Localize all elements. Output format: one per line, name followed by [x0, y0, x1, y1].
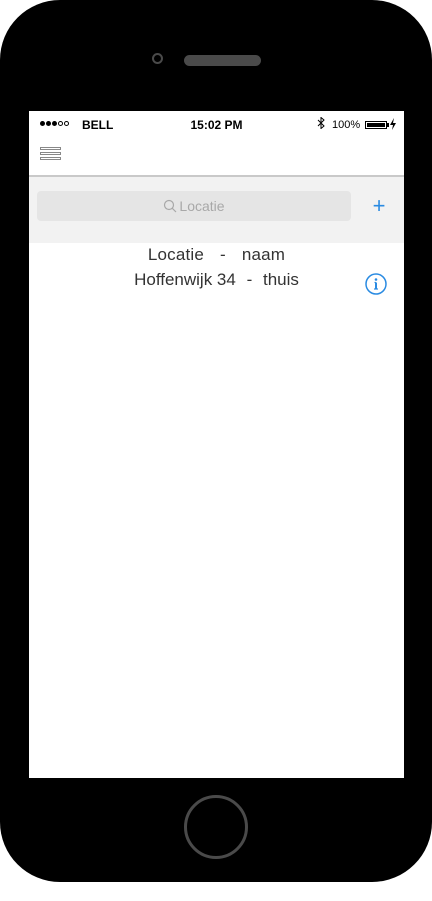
header-separator: -: [220, 245, 226, 264]
hamburger-menu-icon[interactable]: [40, 147, 61, 163]
status-bar: BELL 15:02 PM 100%: [29, 111, 404, 139]
list-item[interactable]: Hoffenwijk 34 - thuis: [29, 270, 404, 296]
item-name: thuis: [262, 270, 299, 289]
search-icon: [164, 199, 177, 213]
phone-frame: BELL 15:02 PM 100% Locatie + Locatie - n…: [0, 0, 432, 882]
header-location: Locatie: [147, 245, 205, 264]
header-name: naam: [241, 245, 286, 264]
list-header: Locatie - naam: [29, 245, 404, 269]
info-icon[interactable]: [365, 273, 387, 295]
search-bar: Locatie +: [29, 177, 404, 243]
battery-percentage: 100%: [332, 119, 361, 131]
add-button[interactable]: +: [367, 191, 391, 221]
search-input[interactable]: Locatie: [37, 191, 351, 221]
item-separator: -: [246, 270, 253, 289]
battery-icon: [365, 121, 387, 129]
search-placeholder: Locatie: [179, 198, 225, 214]
app-screen: BELL 15:02 PM 100% Locatie + Locatie - n…: [29, 111, 404, 778]
bluetooth-icon: [317, 116, 325, 132]
nav-bar: [29, 139, 404, 177]
battery-tip: [387, 123, 389, 127]
item-location: Hoffenwijk 34: [134, 270, 236, 289]
speaker-grille: [184, 55, 261, 66]
camera-icon: [152, 53, 163, 64]
charging-icon: [390, 118, 396, 133]
home-button[interactable]: [184, 795, 248, 859]
